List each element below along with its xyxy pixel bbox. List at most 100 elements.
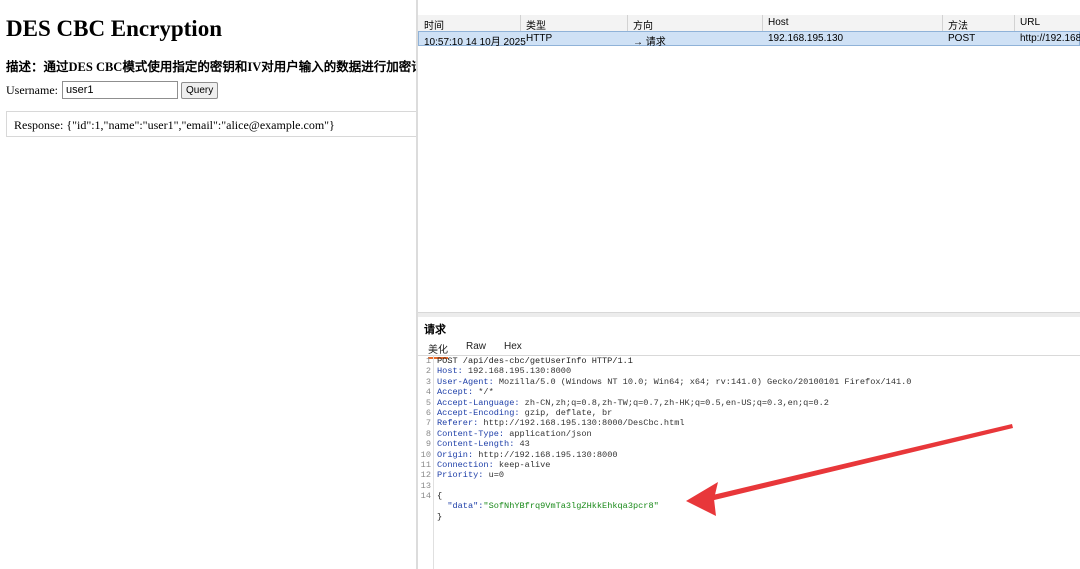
header-name: Origin:	[437, 449, 474, 460]
cell-method: POST	[948, 33, 976, 44]
header-value: gzip, deflate, br	[519, 407, 613, 418]
header-name: Accept-Encoding:	[437, 407, 520, 418]
code-line: 8 Content-Type: application/json	[418, 429, 1080, 439]
header-name: Accept:	[437, 387, 474, 398]
col-header-host[interactable]: Host	[768, 17, 789, 28]
header-line: Host: 192.168.195.130:8000	[437, 366, 571, 376]
code-text: }	[437, 511, 443, 522]
pane-splitter[interactable]	[418, 312, 1080, 317]
request-editor[interactable]: 1 POST /api/des-cbc/getUserInfo HTTP/1.1 2…	[418, 356, 1080, 522]
code-line: 9 Content-Length: 43	[418, 439, 1080, 449]
line-number: 4	[425, 387, 431, 398]
line-number: 8	[425, 428, 431, 439]
column-separator	[762, 15, 763, 31]
json-value: "SofNhYBfrq9VmTa3lgZHkkEhkqa3pcr8"	[483, 501, 659, 512]
line-number: 11	[420, 459, 431, 470]
header-name: Priority:	[437, 470, 484, 481]
column-separator	[942, 15, 943, 31]
code-line: 13	[418, 481, 1080, 491]
header-value: zh-CN,zh;q=0.8,zh-TW;q=0.7,zh-HK;q=0.5,e…	[519, 397, 829, 408]
header-name: Host:	[437, 366, 463, 377]
header-name: Content-Length:	[437, 439, 515, 450]
header-line: Content-Type: application/json	[437, 429, 592, 439]
page-title: DES CBC Encryption	[6, 16, 222, 41]
header-line: Accept: */*	[437, 387, 494, 397]
header-value: Mozilla/5.0 (Windows NT 10.0; Win64; x64…	[493, 376, 912, 387]
cell-url: http://192.168	[1020, 33, 1080, 44]
header-value: http://192.168.195.130:8000	[473, 449, 618, 460]
line-number: 10	[420, 449, 431, 460]
code-line: 11 Connection: keep-alive	[418, 460, 1080, 470]
header-line: Referer: http://192.168.195.130:8000/Des…	[437, 418, 685, 428]
col-header-method[interactable]: 方法	[948, 17, 968, 32]
toolbar-strip	[418, 0, 1080, 15]
line-number: 3	[425, 376, 431, 387]
code-text: POST /api/des-cbc/getUserInfo HTTP/1.1	[437, 356, 633, 366]
cell-type: HTTP	[526, 33, 553, 44]
request-pane-title: 请求	[424, 324, 446, 336]
code-line: "data":"SofNhYBfrq9VmTa3lgZHkkEhkqa3pcr8…	[418, 501, 1080, 511]
code-line: 10 Origin: http://192.168.195.130:8000	[418, 450, 1080, 460]
header-line: User-Agent: Mozilla/5.0 (Windows NT 10.0…	[437, 377, 911, 387]
line-number: 14	[420, 491, 431, 502]
json-body-line: "data":"SofNhYBfrq9VmTa3lgZHkkEhkqa3pcr8…	[437, 501, 659, 512]
header-value: u=0	[483, 470, 505, 481]
header-value: keep-alive	[493, 459, 551, 470]
header-value: 43	[514, 439, 530, 450]
request-tabs: 美化 Raw Hex	[418, 339, 1080, 359]
line-number: 7	[425, 418, 431, 429]
header-name: Accept-Language:	[437, 397, 520, 408]
header-name: User-Agent:	[437, 376, 494, 387]
header-name: Connection:	[437, 459, 494, 470]
column-separator	[520, 15, 521, 31]
code-line: }	[418, 512, 1080, 522]
header-name: Content-Type:	[437, 428, 505, 439]
header-name: Referer:	[437, 418, 479, 429]
cell-host: 192.168.195.130	[768, 33, 844, 44]
code-line: 1 POST /api/des-cbc/getUserInfo HTTP/1.1	[418, 356, 1080, 366]
header-value: application/json	[504, 428, 592, 439]
header-value: http://192.168.195.130:8000/DesCbc.html	[478, 418, 685, 429]
code-line: 14 {	[418, 491, 1080, 501]
header-line: Accept-Encoding: gzip, deflate, br	[437, 408, 612, 418]
cell-direction: → 请求	[633, 37, 666, 48]
line-number: 5	[425, 397, 431, 408]
col-header-type[interactable]: 类型	[526, 17, 546, 32]
header-value: 192.168.195.130:8000	[462, 366, 572, 377]
web-page: DES CBC Encryption 描述：通过DES CBC模式使用指定的密钥…	[0, 0, 416, 569]
code-line: 6 Accept-Encoding: gzip, deflate, br	[418, 408, 1080, 418]
col-header-direction[interactable]: 方向	[633, 17, 653, 32]
header-line: Connection: keep-alive	[437, 460, 550, 470]
code-line: 3 User-Agent: Mozilla/5.0 (Windows NT 10.…	[418, 377, 1080, 387]
query-form: Username: Query	[6, 81, 219, 99]
cell-time: 10:57:10 14 10月 2025	[424, 37, 526, 48]
response-text: Response: {"id":1,"name":"user1","email"…	[14, 118, 335, 132]
code-line: 7 Referer: http://192.168.195.130:8000/De…	[418, 418, 1080, 428]
code-text: {	[437, 491, 443, 502]
proxy-panel: 时间 类型 方向 Host 方法 URL 10:57:10 14 10月 202…	[418, 0, 1080, 569]
line-number: 2	[425, 366, 431, 377]
column-separator	[627, 15, 628, 31]
tab-raw[interactable]: Raw	[466, 341, 486, 352]
col-header-time[interactable]: 时间	[424, 17, 444, 32]
json-key: "data":	[437, 501, 484, 512]
header-line: Origin: http://192.168.195.130:8000	[437, 450, 618, 460]
header-line: Priority: u=0	[437, 470, 504, 480]
column-separator	[1014, 15, 1015, 31]
history-row-selected[interactable]: 10:57:10 14 10月 2025 HTTP → 请求 192.168.1…	[418, 31, 1080, 48]
tab-hex[interactable]: Hex	[504, 341, 522, 352]
header-line: Accept-Language: zh-CN,zh;q=0.8,zh-TW;q=…	[437, 398, 829, 408]
line-number: 9	[425, 439, 431, 450]
query-button[interactable]: Query	[180, 81, 219, 99]
code-line: 4 Accept: */*	[418, 387, 1080, 397]
code-line: 12 Priority: u=0	[418, 470, 1080, 480]
col-header-url[interactable]: URL	[1020, 17, 1040, 28]
header-line: Content-Length: 43	[437, 439, 530, 449]
line-number: 12	[420, 470, 431, 481]
page-description: 描述：通过DES CBC模式使用指定的密钥和IV对用户输入的数据进行加密请求，	[6, 60, 416, 74]
response-box: Response: {"id":1,"name":"user1","email"…	[6, 111, 416, 137]
username-input[interactable]	[61, 81, 178, 99]
header-value: */*	[473, 387, 494, 398]
line-number: 13	[420, 480, 431, 491]
code-line: 2 Host: 192.168.195.130:8000	[418, 366, 1080, 376]
